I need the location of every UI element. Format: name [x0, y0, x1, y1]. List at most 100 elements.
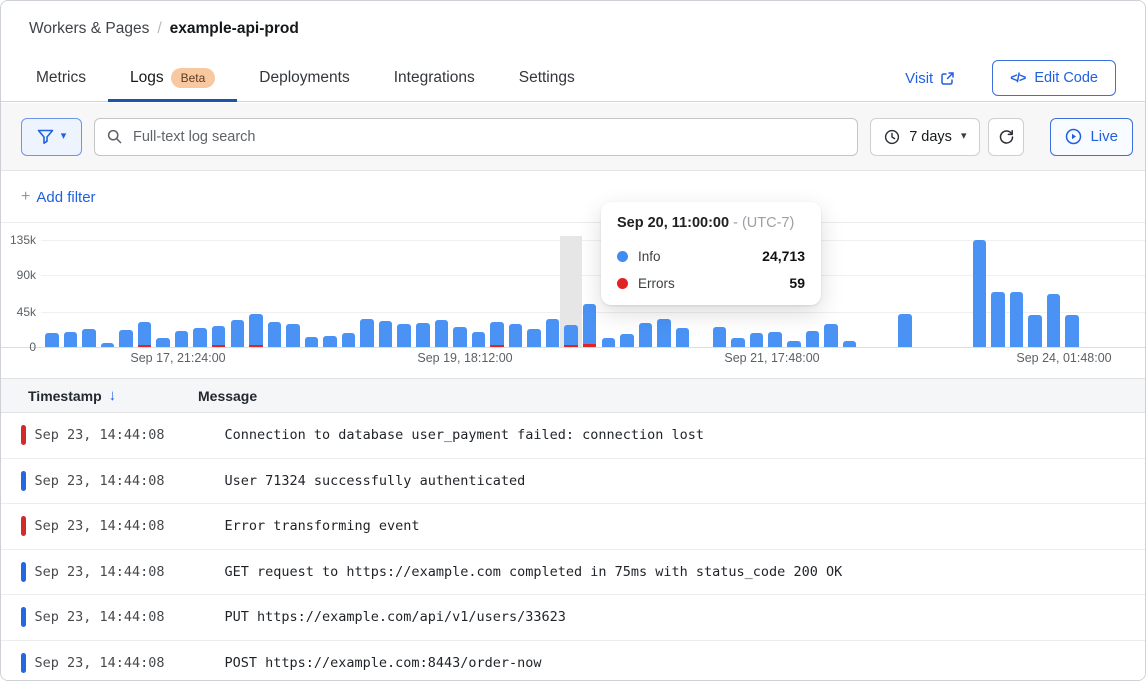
error-bar-segment: [583, 344, 597, 347]
log-level-indicator: [21, 653, 26, 673]
tooltip-series-value: 24,713: [762, 248, 805, 264]
info-bar-segment: [305, 337, 319, 347]
info-bar-segment: [416, 323, 430, 347]
column-header-message[interactable]: Message: [198, 388, 257, 404]
chart-bar[interactable]: [843, 341, 857, 347]
chart-bar[interactable]: [973, 240, 987, 347]
info-bar-segment: [268, 322, 282, 347]
info-bar-segment: [453, 327, 467, 347]
table-row[interactable]: Sep 23, 14:44:08 POST https://example.co…: [1, 641, 1145, 681]
chart-bar[interactable]: [323, 336, 337, 347]
external-link-icon: [940, 71, 955, 86]
chart-bar[interactable]: [156, 338, 170, 347]
error-dot-icon: [617, 278, 628, 289]
table-row[interactable]: Sep 23, 14:44:08 PUT https://example.com…: [1, 595, 1145, 641]
tab-integrations[interactable]: Integrations: [372, 57, 497, 102]
chart-bar[interactable]: [620, 334, 634, 347]
table-row[interactable]: Sep 23, 14:44:08 Connection to database …: [1, 413, 1145, 459]
chart-bar[interactable]: [342, 333, 356, 347]
chart-bar[interactable]: [1047, 294, 1061, 347]
chart-bar[interactable]: [305, 337, 319, 347]
chart-bar[interactable]: [64, 332, 78, 347]
tooltip-series-label: Errors: [638, 276, 675, 291]
chart-bar[interactable]: [397, 324, 411, 347]
log-message: Connection to database user_payment fail…: [225, 427, 705, 443]
live-button[interactable]: Live: [1050, 118, 1133, 156]
info-bar-segment: [546, 319, 560, 347]
chevron-down-icon: ▾: [961, 131, 967, 142]
edit-code-button[interactable]: </> Edit Code: [992, 60, 1116, 96]
tab-deployments[interactable]: Deployments: [237, 57, 371, 102]
chart-bar[interactable]: [175, 331, 189, 347]
filter-dropdown-button[interactable]: ▾: [21, 118, 82, 156]
add-filter-label: Add filter: [36, 189, 95, 206]
add-filter-button[interactable]: + Add filter: [21, 188, 96, 206]
chart-bar[interactable]: [898, 314, 912, 347]
info-bar-segment: [713, 327, 727, 347]
info-dot-icon: [617, 251, 628, 262]
chart-bar[interactable]: [82, 329, 96, 347]
chart-bar[interactable]: [602, 338, 616, 347]
column-header-timestamp[interactable]: Timestamp ↓: [1, 387, 198, 404]
error-bar-segment: [564, 345, 578, 347]
info-bar-segment: [45, 333, 59, 347]
table-row[interactable]: Sep 23, 14:44:08 GET request to https://…: [1, 550, 1145, 596]
chart-bar[interactable]: [527, 329, 541, 347]
chart-bar[interactable]: [731, 338, 745, 347]
chart-bar[interactable]: [787, 341, 801, 347]
chart-bar[interactable]: [546, 319, 560, 347]
chart-bar[interactable]: [676, 328, 690, 347]
chart-bar[interactable]: [286, 324, 300, 347]
info-bar-segment: [1028, 315, 1042, 347]
info-bar-segment: [119, 330, 133, 347]
log-message: GET request to https://example.com compl…: [225, 564, 843, 580]
tab-metrics[interactable]: Metrics: [14, 57, 108, 102]
chart-bar[interactable]: [453, 327, 467, 347]
chart-bar[interactable]: [509, 324, 523, 347]
x-axis-tick: Sep 24, 01:48:00: [984, 351, 1144, 365]
breadcrumb-section[interactable]: Workers & Pages: [29, 20, 149, 38]
chart-bar[interactable]: [119, 330, 133, 347]
chart-bar[interactable]: [435, 320, 449, 347]
filter-row: + Add filter: [1, 172, 1145, 223]
chart-bar[interactable]: [564, 325, 578, 347]
chart-bar[interactable]: [379, 321, 393, 347]
chart-bar[interactable]: [1028, 315, 1042, 347]
tab-settings[interactable]: Settings: [497, 57, 597, 102]
tooltip-series-label: Info: [638, 249, 661, 264]
chart-bar[interactable]: [45, 333, 59, 347]
time-range-button[interactable]: 7 days ▾: [870, 118, 980, 156]
plus-icon: +: [21, 188, 30, 206]
refresh-button[interactable]: [988, 118, 1024, 156]
chart-bar[interactable]: [231, 320, 245, 347]
chart-bar[interactable]: [101, 343, 115, 347]
chart-bar[interactable]: [249, 314, 263, 347]
chart-bar[interactable]: [639, 323, 653, 347]
chart-bar[interactable]: [193, 328, 207, 347]
chart-bar[interactable]: [212, 326, 226, 347]
chart-bar[interactable]: [768, 332, 782, 347]
chart-bar[interactable]: [806, 331, 820, 347]
chart-bar[interactable]: [583, 304, 597, 347]
table-row[interactable]: Sep 23, 14:44:08 User 71324 successfully…: [1, 459, 1145, 505]
tab-logs[interactable]: LogsBeta: [108, 57, 237, 102]
chart-bar[interactable]: [472, 332, 486, 347]
search-input[interactable]: [131, 128, 845, 146]
visit-link[interactable]: Visit: [905, 70, 955, 87]
chart-bar[interactable]: [824, 324, 838, 347]
log-timestamp: Sep 23, 14:44:08: [35, 427, 225, 443]
chart-bar[interactable]: [1010, 292, 1024, 347]
info-bar-segment: [639, 323, 653, 347]
chart-bar[interactable]: [268, 322, 282, 347]
chart-bar[interactable]: [750, 333, 764, 347]
chart-bar[interactable]: [138, 322, 152, 347]
table-row[interactable]: Sep 23, 14:44:08 Error transforming even…: [1, 504, 1145, 550]
log-message: PUT https://example.com/api/v1/users/336…: [225, 609, 566, 625]
chart-bar[interactable]: [490, 322, 504, 347]
chart-bar[interactable]: [713, 327, 727, 347]
chart-bar[interactable]: [1065, 315, 1079, 347]
chart-bar[interactable]: [360, 319, 374, 347]
chart-bar[interactable]: [991, 292, 1005, 347]
chart-bar[interactable]: [416, 323, 430, 347]
chart-bar[interactable]: [657, 319, 671, 347]
